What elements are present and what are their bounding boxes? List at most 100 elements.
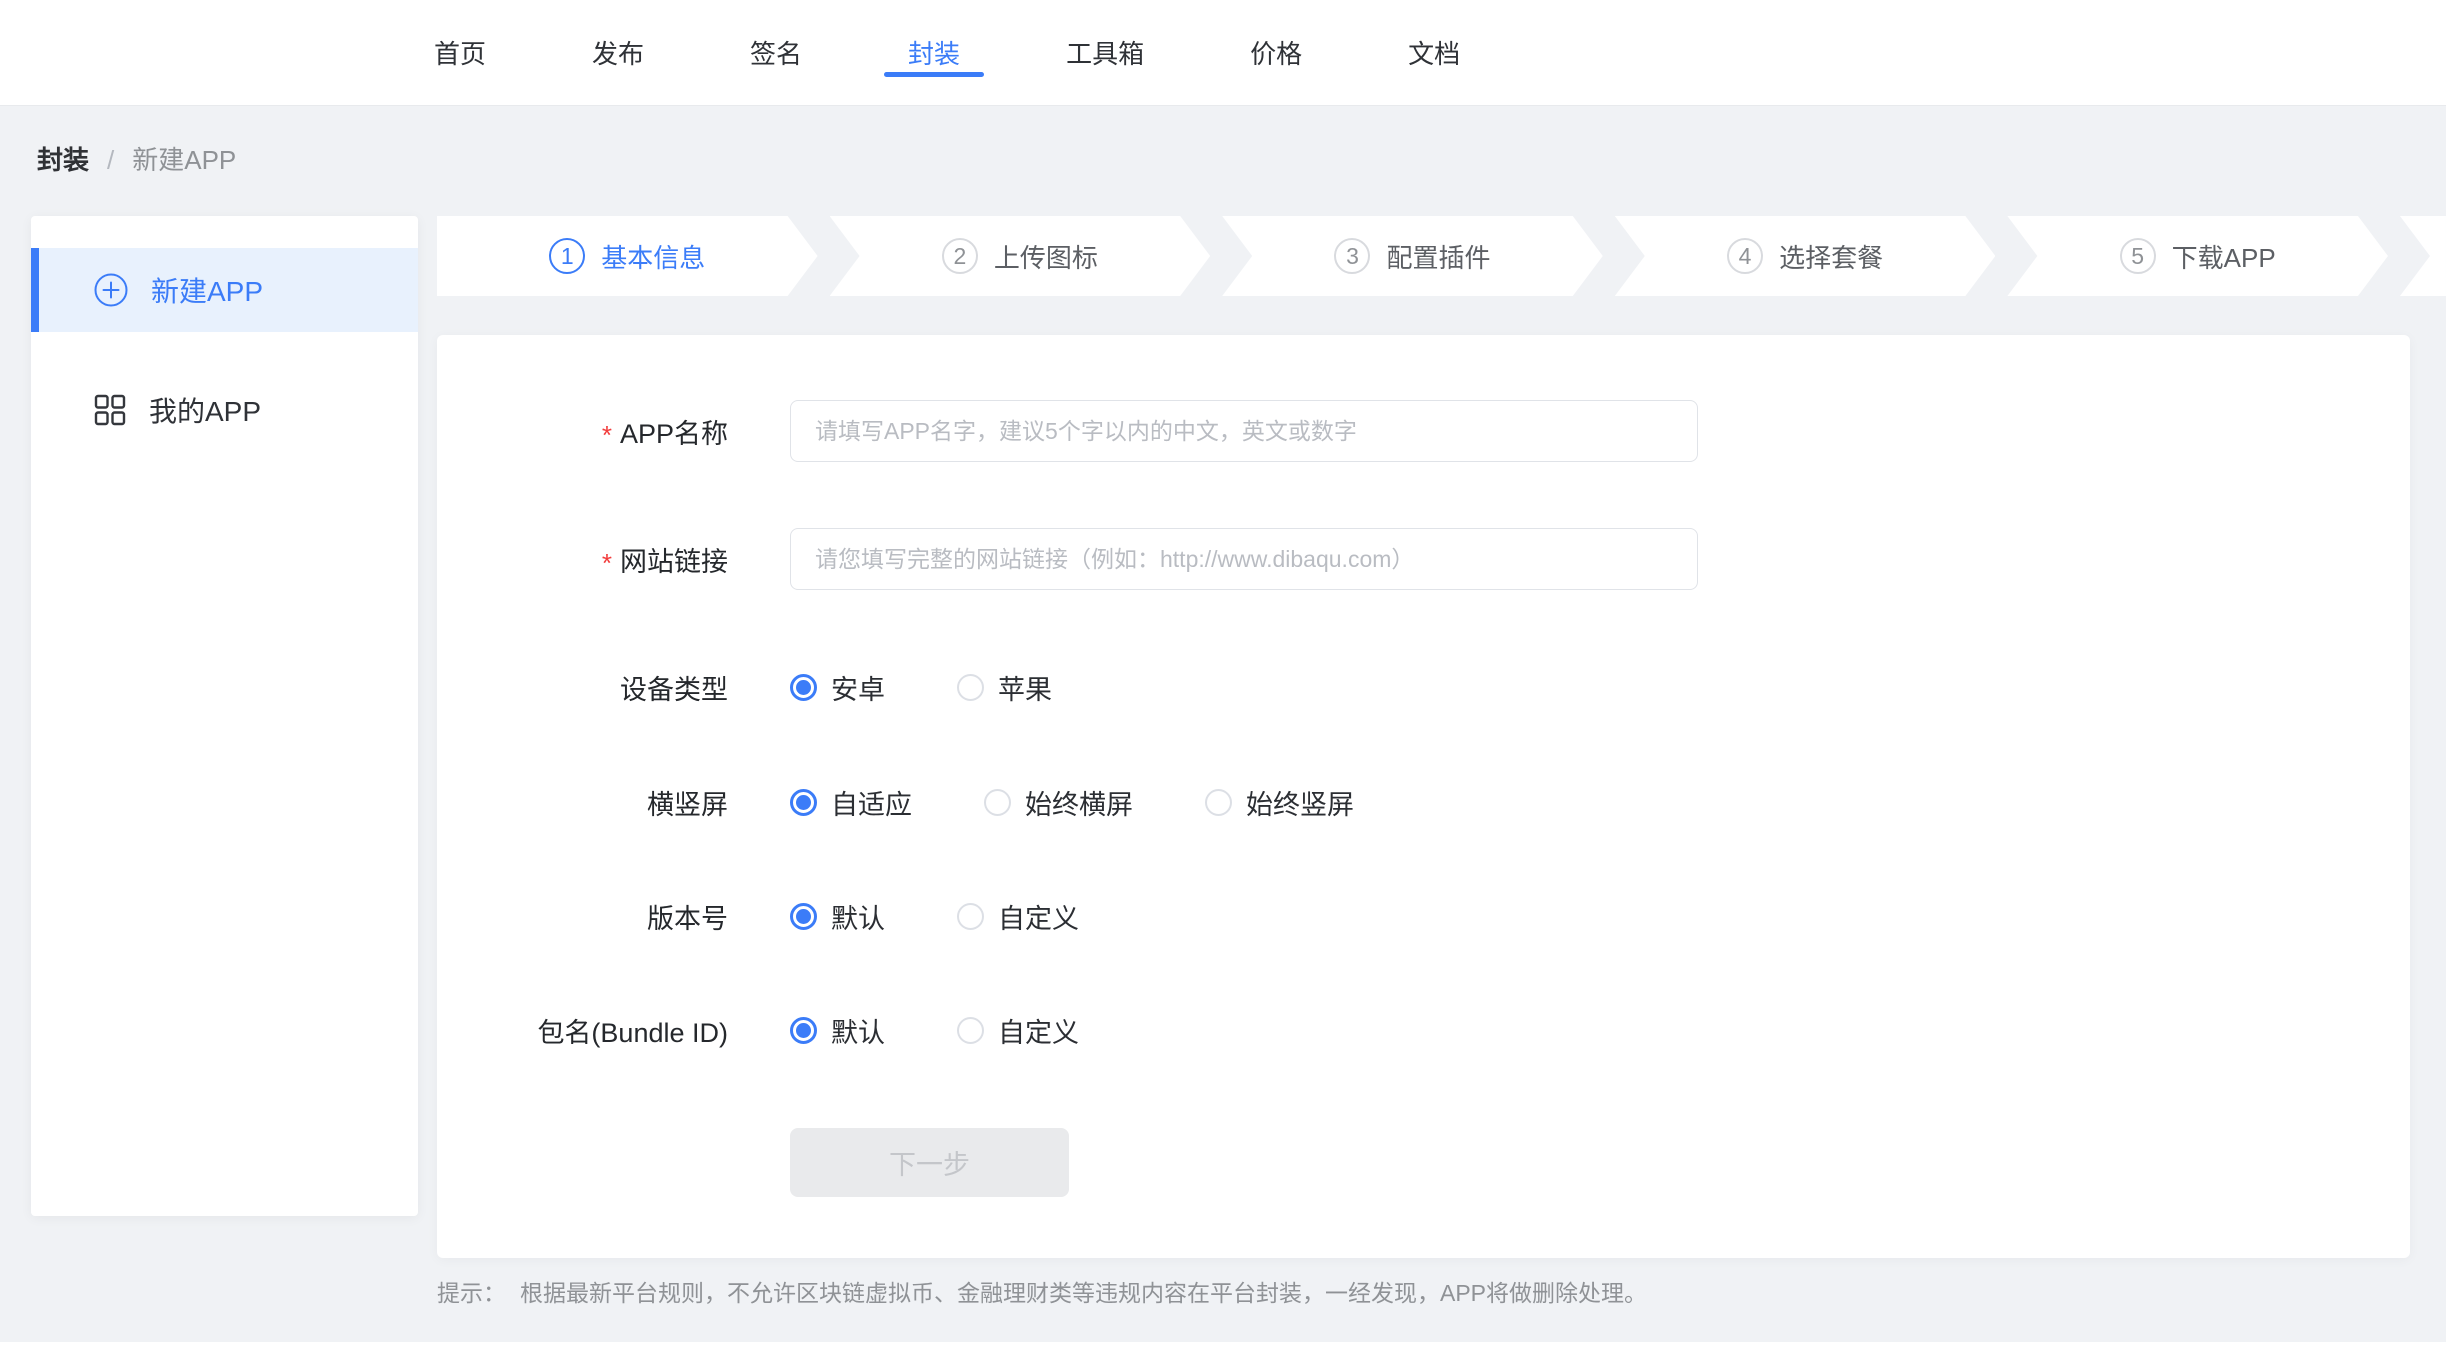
radio-option-android[interactable]: 安卓 [790,668,885,707]
sidebar-item-label: 新建APP [151,270,263,310]
nav-item-label: 签名 [750,34,802,71]
radio-label: 苹果 [998,668,1052,707]
radio-button-icon [957,903,984,930]
nav-item-docs[interactable]: 文档 [1408,0,1460,105]
radio-button-icon [957,674,984,701]
next-step-button[interactable]: 下一步 [790,1128,1069,1197]
version-radio-group: 默认 自定义 [790,897,1079,936]
nav-item-label: 封装 [908,34,960,71]
field-label: 横竖屏 [437,783,728,822]
nav-item-toolbox[interactable]: 工具箱 [1066,0,1144,105]
nav-item-label: 文档 [1408,34,1460,71]
sidebar: 新建APP 我的APP [31,216,418,1216]
field-label-text: 网站链接 [620,540,728,579]
active-tab-underline [884,72,984,77]
field-label: 包名(Bundle ID) [437,1011,728,1050]
step-number: 3 [1334,238,1370,274]
step-basic-info: 1 基本信息 [437,216,818,296]
radio-label: 自适应 [831,783,912,822]
step-label: 下载APP [2172,238,2276,275]
step-number: 1 [549,238,585,274]
form-row-app-name: * APP名称 [437,400,1698,462]
radio-button-icon [1205,789,1232,816]
radio-label: 始终横屏 [1025,783,1133,822]
field-label: 设备类型 [437,668,728,707]
grid-icon [93,393,127,427]
radio-button-icon [790,1017,817,1044]
field-label: * APP名称 [437,412,728,451]
form-row-device-type: 设备类型 安卓 苹果 [437,669,1052,705]
radio-option-always-landscape[interactable]: 始终横屏 [984,783,1133,822]
breadcrumb: 封装 / 新建APP [37,144,236,176]
tip-text: 根据最新平台规则，不允许区块链虚拟币、金融理财类等违规内容在平台封装，一经发现，… [520,1280,1647,1306]
radio-button-icon [957,1017,984,1044]
step-label: 基本信息 [601,238,705,275]
radio-label: 安卓 [831,668,885,707]
nav-item-signature[interactable]: 签名 [750,0,802,105]
platform-rule-tip: 提示：根据最新平台规则，不允许区块链虚拟币、金融理财类等违规内容在平台封装，一经… [437,1278,1647,1308]
step-label: 选择套餐 [1779,238,1883,275]
device-type-radio-group: 安卓 苹果 [790,668,1052,707]
radio-option-bundle-default[interactable]: 默认 [790,1011,885,1050]
radio-button-icon [790,789,817,816]
breadcrumb-current: 新建APP [132,144,236,176]
field-label-text: 版本号 [647,897,728,936]
radio-option-adaptive[interactable]: 自适应 [790,783,912,822]
radio-button-icon [790,674,817,701]
plus-circle-icon [93,272,129,308]
form-row-site-url: * 网站链接 [437,528,1698,590]
required-mark: * [602,422,612,448]
radio-label: 自定义 [998,897,1079,936]
field-label-text: APP名称 [620,412,728,451]
radio-option-version-custom[interactable]: 自定义 [957,897,1079,936]
radio-option-version-default[interactable]: 默认 [790,897,885,936]
top-header: 首页 发布 签名 封装 工具箱 价格 文档 [0,0,2446,106]
nav-item-package[interactable]: 封装 [908,0,960,105]
field-label-text: 包名(Bundle ID) [537,1011,728,1050]
step-number: 4 [1727,238,1763,274]
step-label: 配置插件 [1386,238,1490,275]
radio-label: 默认 [831,897,885,936]
form-row-bundle-id: 包名(Bundle ID) 默认 自定义 [437,1012,1079,1048]
step-download-app: 5 下载APP [2007,216,2388,296]
form-panel: * APP名称 * 网站链接 设备类型 安卓 苹果 横竖屏 [437,335,2410,1258]
field-label-text: 设备类型 [620,668,728,707]
main-nav: 首页 发布 签名 封装 工具箱 价格 文档 [434,0,1460,105]
nav-item-label: 首页 [434,34,486,71]
field-label: * 网站链接 [437,540,728,579]
nav-item-pricing[interactable]: 价格 [1250,0,1302,105]
field-label: 版本号 [437,897,728,936]
step-label: 上传图标 [994,238,1098,275]
field-label-text: 横竖屏 [647,783,728,822]
step-tail-chevron [2400,216,2446,296]
step-upload-icon: 2 上传图标 [830,216,1211,296]
radio-button-icon [984,789,1011,816]
step-choose-plan: 4 选择套餐 [1615,216,1996,296]
nav-item-label: 发布 [592,34,644,71]
nav-item-publish[interactable]: 发布 [592,0,644,105]
radio-option-always-portrait[interactable]: 始终竖屏 [1205,783,1354,822]
active-item-bar [31,248,39,332]
step-configure-plugins: 3 配置插件 [1222,216,1603,296]
radio-label: 自定义 [998,1011,1079,1050]
form-row-version: 版本号 默认 自定义 [437,898,1079,934]
app-name-input[interactable] [790,400,1698,462]
site-url-input[interactable] [790,528,1698,590]
nav-item-home[interactable]: 首页 [434,0,486,105]
radio-option-ios[interactable]: 苹果 [957,668,1052,707]
radio-label: 始终竖屏 [1246,783,1354,822]
sidebar-item-new-app[interactable]: 新建APP [31,248,418,332]
wizard-steps: 1 基本信息 2 上传图标 3 配置插件 4 选择套餐 5 下载APP [437,216,2446,296]
bundle-id-radio-group: 默认 自定义 [790,1011,1079,1050]
step-number: 5 [2120,238,2156,274]
step-number: 2 [942,238,978,274]
radio-label: 默认 [831,1011,885,1050]
form-row-orientation: 横竖屏 自适应 始终横屏 始终竖屏 [437,784,1354,820]
sidebar-item-my-apps[interactable]: 我的APP [31,368,418,452]
breadcrumb-section[interactable]: 封装 [37,144,89,176]
radio-option-bundle-custom[interactable]: 自定义 [957,1011,1079,1050]
bottom-strip [0,1342,2446,1350]
breadcrumb-separator: / [107,144,114,176]
orientation-radio-group: 自适应 始终横屏 始终竖屏 [790,783,1354,822]
radio-button-icon [790,903,817,930]
